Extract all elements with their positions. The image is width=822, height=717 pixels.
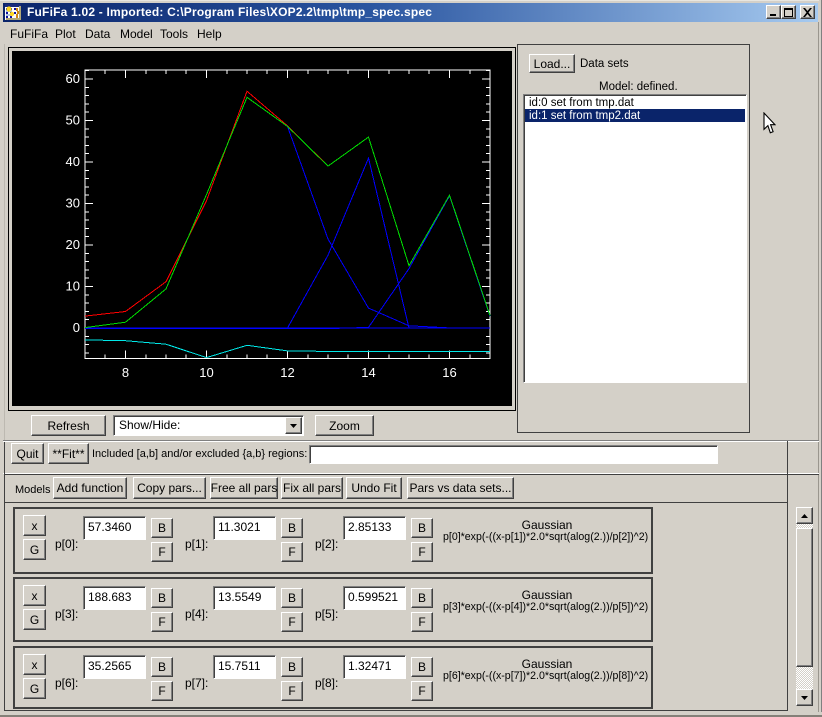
svg-text:16: 16 bbox=[442, 365, 456, 380]
svg-text:50: 50 bbox=[66, 113, 80, 128]
svg-text:40: 40 bbox=[66, 154, 80, 169]
svg-text:60: 60 bbox=[66, 71, 80, 86]
svg-text:0: 0 bbox=[73, 320, 80, 335]
svg-text:30: 30 bbox=[66, 196, 80, 211]
svg-text:10: 10 bbox=[66, 279, 80, 294]
svg-text:10: 10 bbox=[199, 365, 213, 380]
svg-text:12: 12 bbox=[280, 365, 294, 380]
svg-text:14: 14 bbox=[361, 365, 375, 380]
svg-text:8: 8 bbox=[122, 365, 129, 380]
svg-text:20: 20 bbox=[66, 237, 80, 252]
